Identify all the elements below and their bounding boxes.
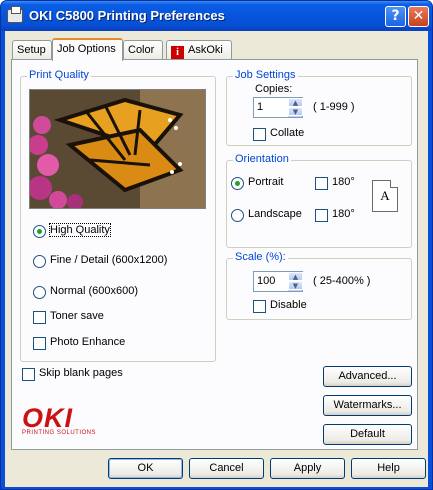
job-settings-title: Job Settings [233, 69, 298, 81]
portrait-label[interactable]: Portrait [248, 176, 283, 188]
normal-radio[interactable] [33, 286, 46, 299]
scale-title: Scale (%): [233, 251, 288, 263]
landscape-rotate-label[interactable]: 180° [332, 208, 355, 220]
copies-value[interactable]: 1 [257, 101, 263, 113]
spinner-arrows[interactable]: ▲ ▼ [287, 98, 303, 117]
logo-text: OKI [22, 403, 74, 433]
toner-save-checkbox[interactable] [33, 311, 46, 324]
dialog-window: OKI C5800 Printing Preferences ? ✕ Setup… [0, 0, 433, 490]
disable-scale-label[interactable]: Disable [270, 299, 307, 311]
portrait-rotate-label[interactable]: 180° [332, 176, 355, 188]
cancel-button[interactable]: Cancel [189, 458, 264, 479]
landscape-rotate-checkbox[interactable] [315, 209, 328, 222]
advanced-button[interactable]: Advanced... [323, 366, 412, 387]
spin-down-icon[interactable]: ▼ [288, 281, 303, 290]
copies-spinner[interactable]: 1 ▲ ▼ [253, 97, 303, 118]
tab-label: Color [128, 44, 155, 56]
disable-scale-checkbox[interactable] [253, 300, 266, 313]
portrait-radio[interactable] [231, 177, 244, 190]
toner-save-label[interactable]: Toner save [50, 310, 104, 322]
dialog-client: Setup Job Options Color i AskOki Print Qu… [5, 31, 428, 487]
scale-spinner[interactable]: 100 ▲ ▼ [253, 271, 303, 292]
tab-label: Setup [17, 44, 46, 56]
photo-enhance-label[interactable]: Photo Enhance [50, 336, 125, 348]
ok-button[interactable]: OK [108, 458, 183, 479]
high-quality-radio[interactable] [33, 225, 46, 238]
skip-blank-checkbox[interactable] [22, 368, 35, 381]
copies-range: ( 1-999 ) [313, 101, 355, 113]
landscape-radio[interactable] [231, 209, 244, 222]
orientation-group: Orientation Portrait 180° Landscape 180°… [226, 153, 412, 248]
tab-label: Job Options [57, 43, 116, 55]
logo-subtitle: PRINTING SOLUTIONS [22, 430, 97, 436]
orientation-title: Orientation [233, 153, 291, 165]
scale-value[interactable]: 100 [257, 275, 275, 287]
copies-label: Copies: [255, 83, 293, 95]
collate-checkbox[interactable] [253, 128, 266, 141]
print-quality-group: Print Quality High Quality Fine / Detail… [20, 69, 216, 362]
high-quality-label[interactable]: High Quality [49, 223, 111, 237]
landscape-label[interactable]: Landscape [248, 208, 302, 220]
window-title: OKI C5800 Printing Preferences [29, 8, 225, 23]
photo-enhance-checkbox[interactable] [33, 337, 46, 350]
oki-logo: OKI PRINTING SOLUTIONS [22, 403, 97, 437]
fine-detail-label[interactable]: Fine / Detail (600x1200) [50, 254, 167, 266]
help-title-button[interactable]: ? [385, 6, 406, 27]
portrait-rotate-checkbox[interactable] [315, 177, 328, 190]
close-button[interactable]: ✕ [408, 6, 429, 27]
printer-icon [7, 6, 23, 23]
apply-button[interactable]: Apply [270, 458, 345, 479]
scale-group: Scale (%): 100 ▲ ▼ ( 25-400% ) Disable [226, 251, 412, 320]
tab-color[interactable]: Color [123, 40, 163, 60]
page-orientation-icon: A [372, 180, 398, 212]
help-button[interactable]: Help [351, 458, 426, 479]
title-bar[interactable]: OKI C5800 Printing Preferences ? ✕ [1, 1, 432, 31]
tab-setup[interactable]: Setup [12, 40, 52, 60]
spin-up-icon[interactable]: ▲ [288, 98, 303, 107]
info-icon: i [171, 46, 184, 59]
scale-range: ( 25-400% ) [313, 275, 371, 287]
print-quality-preview-image [29, 89, 206, 209]
print-quality-title: Print Quality [27, 69, 91, 81]
normal-label[interactable]: Normal (600x600) [50, 285, 138, 297]
tab-label: AskOki [188, 44, 223, 56]
skip-blank-label[interactable]: Skip blank pages [39, 367, 123, 379]
spin-up-icon[interactable]: ▲ [288, 272, 303, 281]
fine-detail-radio[interactable] [33, 255, 46, 268]
job-settings-group: Job Settings Copies: 1 ▲ ▼ ( 1-999 ) Col… [226, 69, 412, 146]
collate-label[interactable]: Collate [270, 127, 304, 139]
job-options-panel: Print Quality High Quality Fine / Detail… [11, 59, 418, 450]
tab-job-options[interactable]: Job Options [52, 38, 123, 61]
spin-down-icon[interactable]: ▼ [288, 107, 303, 116]
default-button[interactable]: Default [323, 424, 412, 445]
spinner-arrows[interactable]: ▲ ▼ [287, 272, 303, 291]
tab-askoki[interactable]: i AskOki [166, 40, 232, 60]
watermarks-button[interactable]: Watermarks... [323, 395, 412, 416]
